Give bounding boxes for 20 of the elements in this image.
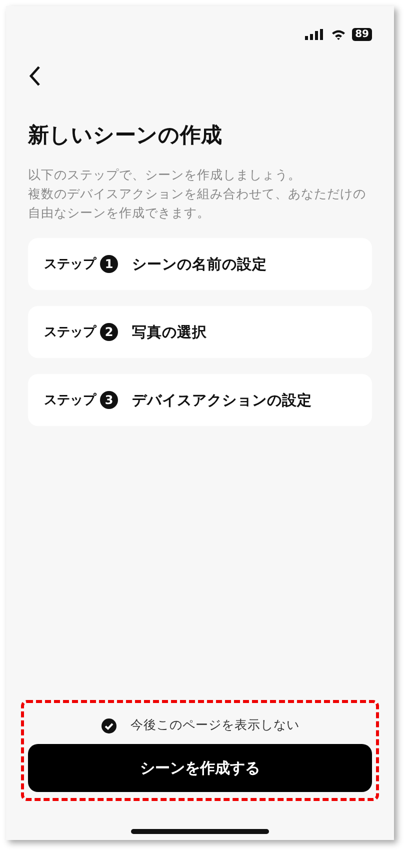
- step-label: ステップ: [44, 256, 96, 273]
- step-card[interactable]: ステップ 3 デバイスアクションの設定: [28, 374, 372, 426]
- dont-show-checkbox[interactable]: 今後このページを表示しない: [100, 717, 300, 734]
- step-label: ステップ: [44, 324, 96, 341]
- battery-indicator: 89: [352, 28, 372, 40]
- step-title: デバイスアクションの設定: [132, 392, 312, 410]
- signal-icon: [305, 28, 326, 40]
- step-title: シーンの名前の設定: [132, 256, 267, 274]
- wifi-icon: [331, 28, 346, 40]
- create-scene-button[interactable]: シーンを作成する: [28, 744, 372, 792]
- step-number: 1: [100, 255, 118, 273]
- description-text: 以下のステップで、シーンを作成しましょう。 複数のデバイスアクションを組み合わせて、あなただけの自由なシーンを作成できます。: [28, 166, 367, 222]
- step-label: ステップ: [44, 392, 96, 409]
- back-button[interactable]: [28, 65, 42, 87]
- step-card[interactable]: ステップ 2 写真の選択: [28, 306, 372, 358]
- step-title: 写真の選択: [132, 324, 207, 342]
- page-title: 新しいシーンの作成: [28, 122, 223, 149]
- step-card[interactable]: ステップ 1 シーンの名前の設定: [28, 238, 372, 290]
- step-number: 2: [100, 323, 118, 341]
- step-number: 3: [100, 391, 118, 409]
